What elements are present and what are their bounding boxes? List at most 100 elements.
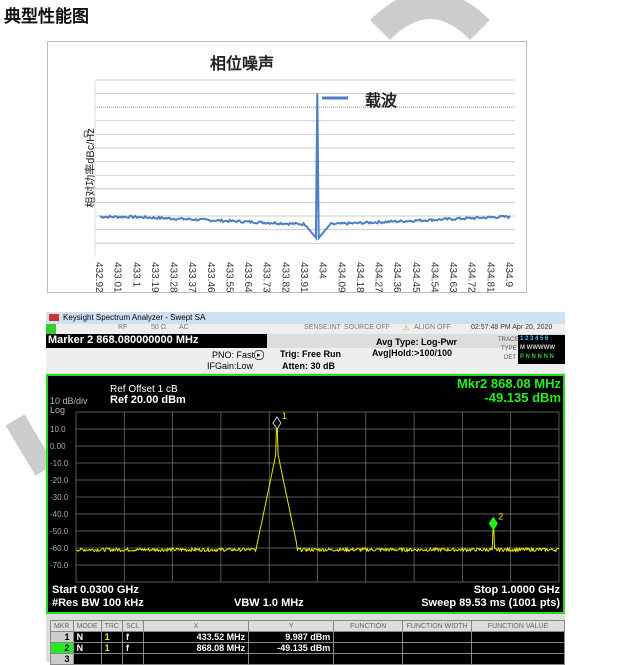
x-tick-label: 433.19 [149,262,160,293]
x-tick-label: 433.55 [223,262,234,293]
marker-table-header: MODE [72,620,102,632]
y-tick-label: -10.0 [50,459,69,468]
marker-table-header: FUNCTION [333,620,404,632]
avg-type: Avg Type: Log-Pwr [376,337,457,347]
marker-table-cell [402,642,473,654]
status-bar: RF 50 Ω AC SENSE:INT SOURCE OFF ⚠ ALIGN … [46,324,565,334]
detector-types: P N N N N N [520,354,554,360]
x-tick-label: 434.9 [503,262,514,287]
y-tick-label: 0 [83,130,89,141]
marker-table-cell [248,653,335,665]
x-tick-label: 434.63 [447,262,458,293]
marker-table-header: TRC [100,620,123,632]
marker-table-cell: f [121,631,144,643]
resolution-bandwidth: #Res BW 100 kHz [52,597,144,609]
marker-table-header: FUNCTION WIDTH [402,620,473,632]
marker-table-cell: 9.987 dBm [248,631,335,643]
marker-2-icon [488,516,498,531]
y-tick-label: -40.0 [50,510,69,519]
rf-status: RF [118,324,128,331]
marker-table-cell: -49.135 dBm [248,642,335,654]
marker-table-row[interactable]: 1 N 1 f 433.52 MHz 9.987 dBm [50,631,565,643]
trigger-icon: ▸ [254,350,264,360]
x-tick-label: 433.64 [242,262,253,293]
y-tick-label: 10.0 [50,425,66,434]
x-tick-label: 433.1 [130,262,141,287]
x-tick-label: 432.92 [93,262,104,293]
spectrum-plot: 10.0 0.00 -10.0 -20.0 -30.0 -40.0 -50.0 -60.0 -7… [50,411,560,583]
marker-table-header: MKR [50,620,74,632]
y-tick-label: -50.0 [50,527,69,536]
marker-table-cell [471,642,565,654]
marker-table-cell [333,653,404,665]
align-status: ALIGN OFF [414,324,451,331]
video-bandwidth: VBW 1.0 MHz [234,597,304,609]
marker-table-cell [471,653,565,665]
y-tick-label: -60.0 [50,544,69,553]
marker-title: Marker 2 868.080000000 MHz [46,334,267,348]
x-tick-label: 434.09 [335,262,346,293]
datetime: 02:57:48 PM Apr 20, 2020 [471,324,553,331]
marker-table-cell: 1 [100,631,123,643]
marker-table-cell [121,653,144,665]
marker-2-label: 2 [498,512,503,522]
sense-status: SENSE:INT [304,324,341,331]
marker-table-cell: 433.52 MHz [142,631,250,643]
marker-table-cell [402,631,473,643]
trace-label: TRACE [498,337,519,343]
legend-label: 载波 [365,93,398,110]
marker-table-cell: f [121,642,144,654]
marker-table-cell: 1 [100,642,123,654]
marker-table-cell [100,653,123,665]
marker-table-cell: 868.08 MHz [142,642,250,654]
marker-table-cell [471,631,565,643]
trace-numbers: 1 2 3 4 5 6 [520,336,549,342]
warning-icon: ⚠ [403,325,410,332]
marker-1-label: 1 [282,411,287,421]
marker-table-header: X [142,620,250,632]
x-tick-label: 433.91 [298,262,309,293]
y-tick-label: 0.00 [50,442,66,451]
x-tick-label: 434.72 [466,262,477,293]
x-tick-label: 434.27 [373,262,384,293]
x-tick-label: 434.45 [410,262,421,293]
marker-table-cell [333,631,404,643]
trigger-setting: Trig: Free Run [280,349,342,359]
impedance-status: 50 Ω [151,324,166,331]
marker-table-row[interactable]: 3 [50,653,565,665]
x-tick-label: 433.46 [205,262,216,293]
graticule-display: Ref Offset 1 cB Ref 20.00 dBm 10 dB/div … [46,374,565,614]
attenuation-setting: Atten: 30 dB [282,361,336,371]
lxi-indicator [46,324,56,334]
phase-noise-plot: 0 432.92 433.01 433.1 433.19 433.28 433.37 433.… [83,79,515,293]
type-label: TYPE [501,346,517,352]
marker-table-cell: 1 [50,631,74,643]
marker-table: MKR MODE TRC SCL X Y FUNCTION FUNCTION WIDTH FUN… [50,620,565,665]
marker-table-header: Y [248,620,335,632]
window-title: Keysight Spectrum Analyzer - Swept SA [63,313,206,322]
y-tick-label: -70.0 [50,561,69,570]
marker-table-header: SCL [121,620,144,632]
x-tick-label: 434.81 [484,262,495,293]
marker-1-icon [272,416,282,430]
det-label: DET [504,355,516,361]
marker-table-cell: 2 [50,642,74,654]
marker-table-row[interactable]: 2 N 1 f 868.08 MHz -49.135 dBm [50,642,565,654]
x-tick-label: 433.82 [279,262,290,293]
stop-frequency: Stop 1.0000 GHz [473,584,560,596]
trace-types: M WWWWW [520,345,555,351]
x-tick-label: 434.54 [428,262,439,293]
x-tick-label: 433.37 [186,262,197,293]
pno-setting: PNO: Fast [212,350,255,360]
x-tick-label: 433.01 [112,262,123,293]
spectrum-analyzer-screenshot: Keysight Spectrum Analyzer - Swept SA RF… [46,312,565,665]
marker-table-cell: 3 [50,653,74,665]
x-tick-label: 433.28 [168,262,179,293]
x-tick-label: 433.73 [261,262,272,293]
x-tick-label: 434.18 [354,262,365,293]
marker-table-cell [333,642,404,654]
source-status: SOURCE OFF [344,324,390,331]
trace-status-panel: 1 2 3 4 5 6 M WWWWW P N N N N N [518,335,565,364]
marker-table-cell [402,653,473,665]
marker-table-header: FUNCTION VALUE [471,620,565,632]
